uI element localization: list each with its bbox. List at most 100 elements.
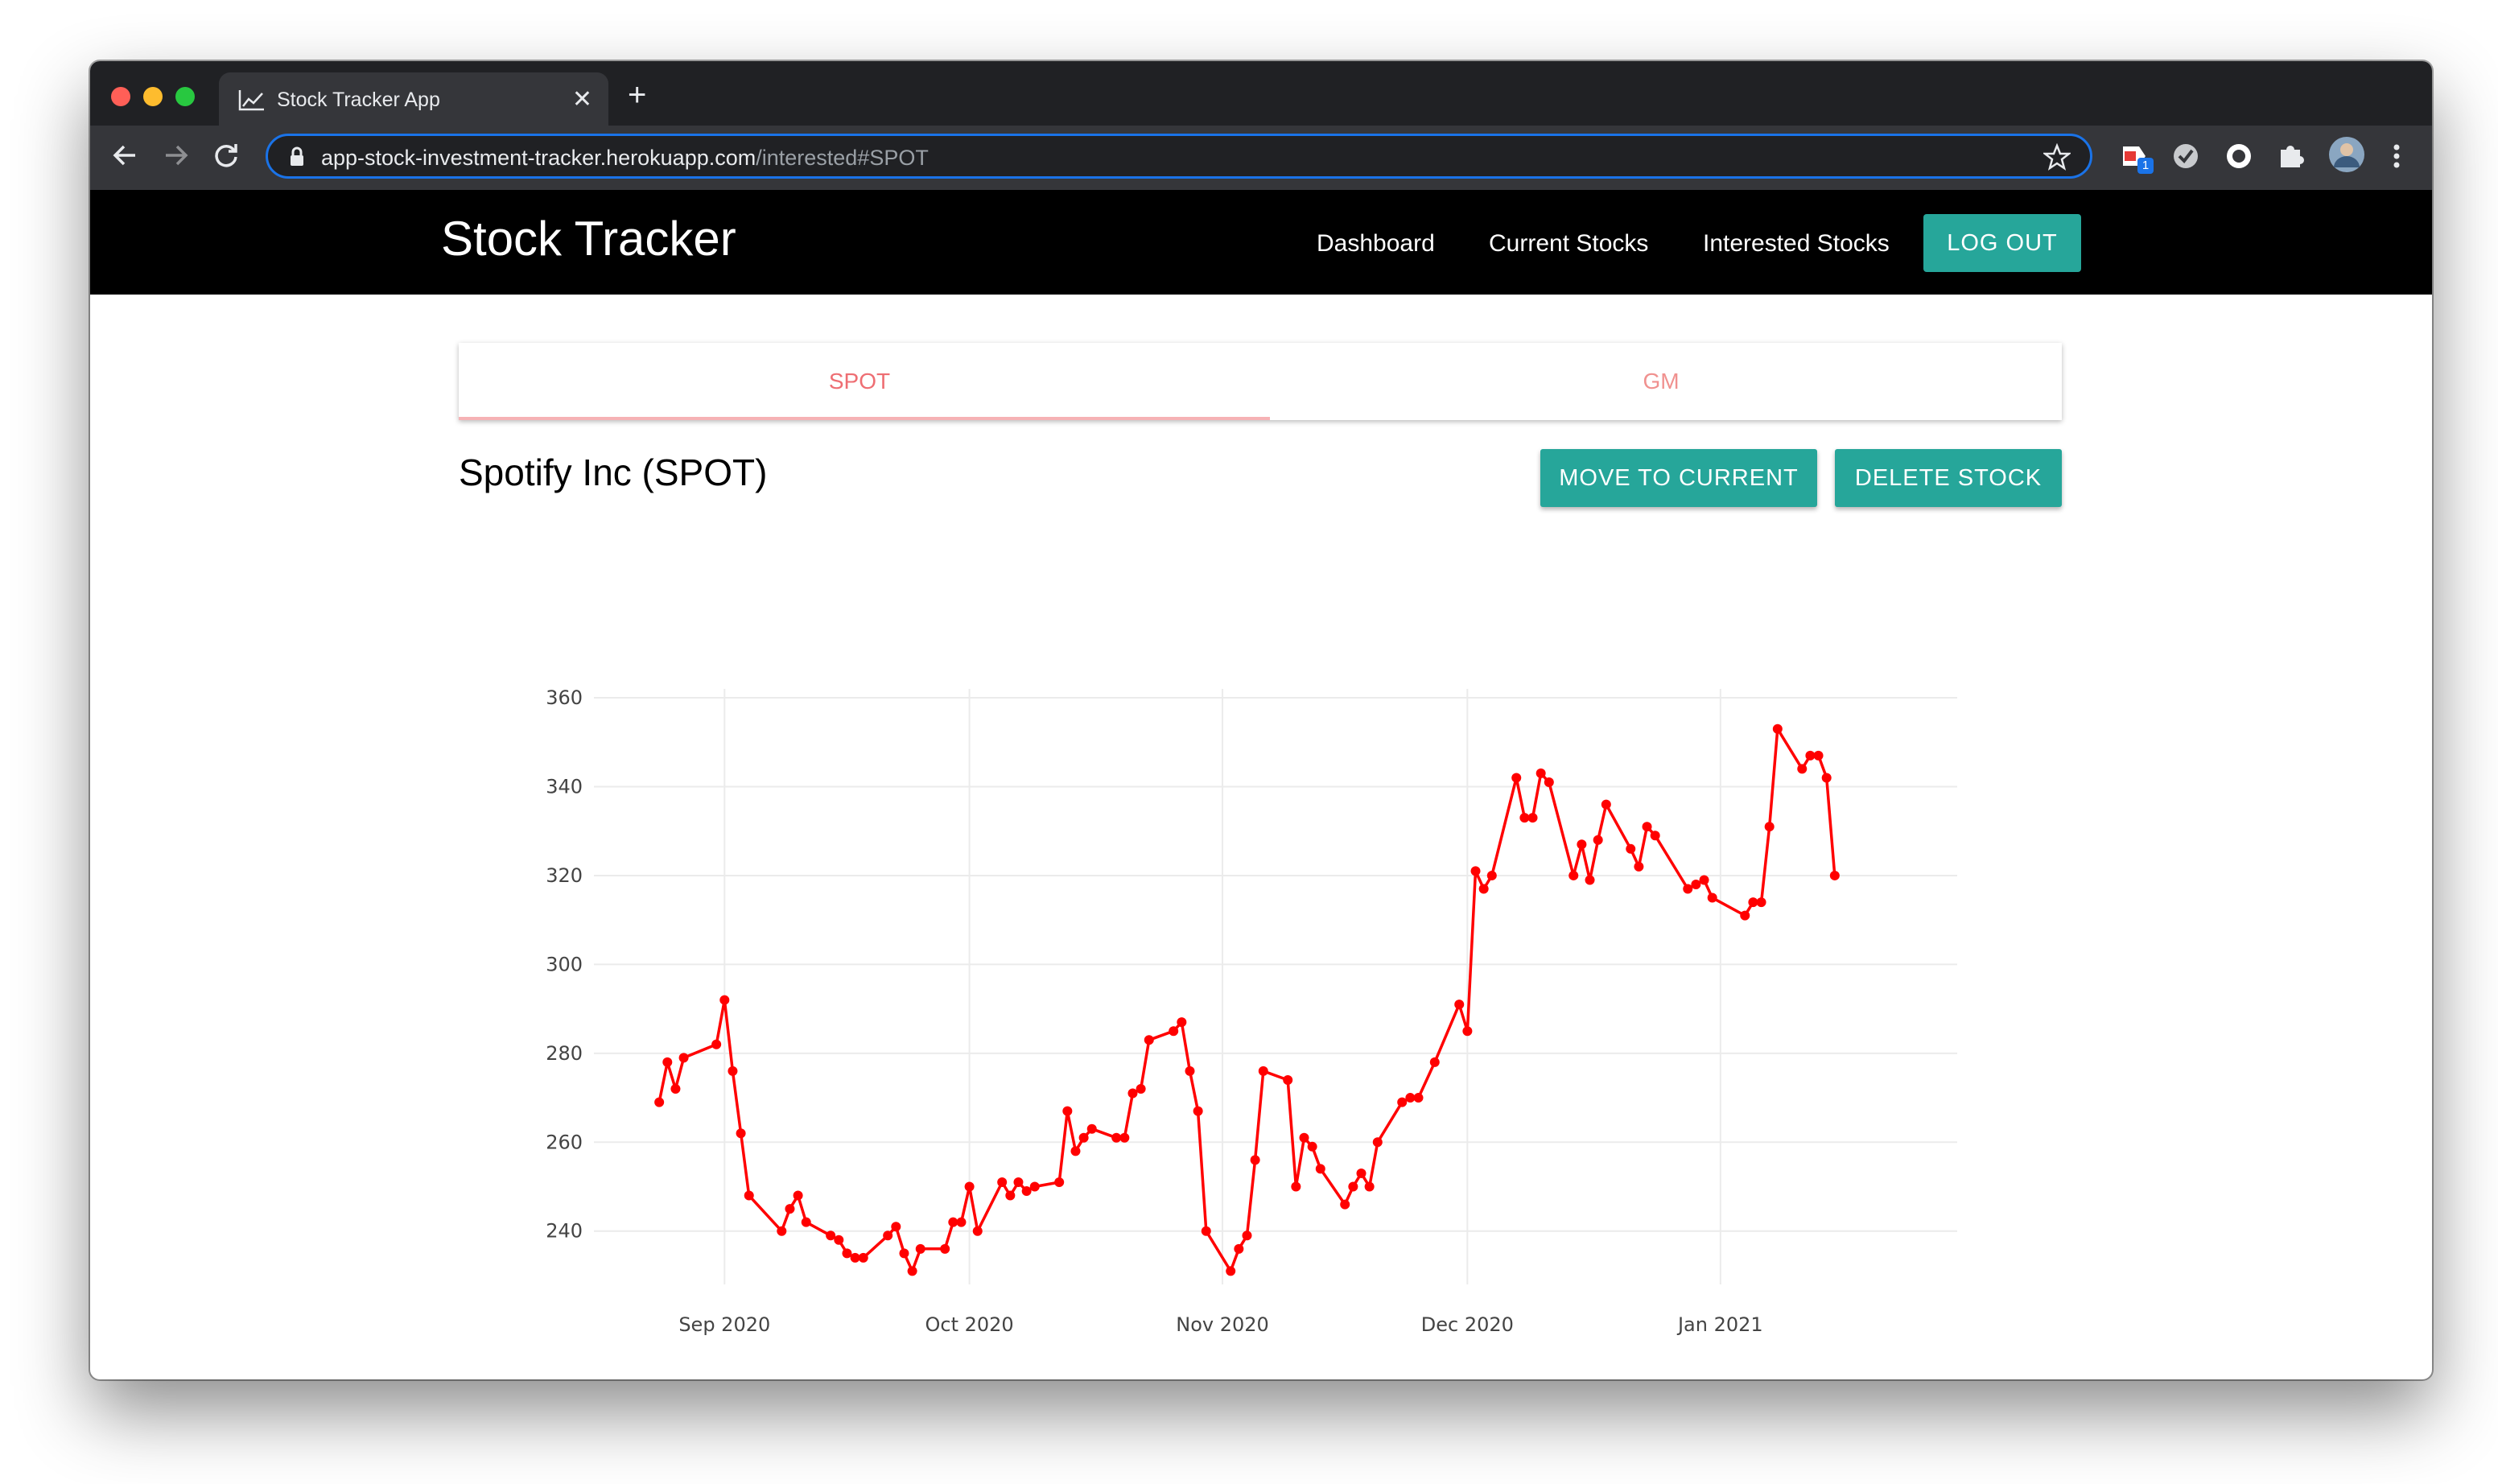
price-point	[1593, 835, 1603, 845]
price-point	[736, 1128, 746, 1139]
price-point	[826, 1230, 836, 1241]
price-point	[1626, 843, 1636, 854]
price-point	[1764, 822, 1775, 832]
price-point	[1691, 879, 1701, 889]
price-point	[662, 1057, 673, 1067]
price-point	[1462, 1026, 1473, 1037]
price-point	[1470, 866, 1481, 876]
price-point	[1585, 875, 1595, 885]
price-point	[1356, 1168, 1366, 1178]
price-point	[1486, 870, 1497, 880]
price-point	[793, 1190, 803, 1201]
y-tick-label: 320	[546, 864, 583, 887]
price-point	[891, 1222, 901, 1232]
price-point	[744, 1190, 754, 1201]
x-tick-label: Jan 2021	[1676, 1313, 1763, 1336]
price-point	[1013, 1177, 1024, 1187]
price-point	[711, 1039, 722, 1049]
price-point	[1364, 1181, 1375, 1192]
price-point	[1029, 1181, 1040, 1192]
price-point	[842, 1248, 852, 1259]
price-point	[1454, 1000, 1465, 1010]
price-point	[1642, 822, 1652, 832]
price-point	[1193, 1106, 1203, 1116]
price-point	[1242, 1230, 1252, 1241]
price-point	[1683, 884, 1693, 894]
price-point	[1535, 768, 1546, 778]
y-tick-label: 280	[546, 1042, 583, 1065]
price-chart: 240 260 280 300 320 340 360 Sep 2020 Oct 2020 Nov…	[546, 686, 1957, 1336]
price-point	[654, 1097, 665, 1107]
price-point	[1756, 897, 1766, 908]
price-point	[1821, 773, 1832, 783]
price-point	[1234, 1243, 1244, 1254]
price-point	[964, 1181, 975, 1192]
y-tick-label: 340	[546, 775, 583, 798]
price-point	[883, 1230, 893, 1241]
price-point	[777, 1226, 787, 1236]
price-point	[1372, 1137, 1383, 1148]
price-point	[1699, 875, 1709, 885]
price-point	[1136, 1084, 1146, 1094]
x-tick-label: Dec 2020	[1421, 1313, 1514, 1336]
price-point	[1568, 870, 1579, 880]
price-point	[1829, 870, 1840, 880]
price-point	[1544, 777, 1554, 787]
price-point	[1054, 1177, 1065, 1187]
price-point	[907, 1266, 917, 1276]
price-point	[915, 1243, 925, 1254]
price-point	[1772, 723, 1783, 734]
price-point	[1078, 1132, 1089, 1143]
price-point	[1634, 861, 1644, 872]
price-point	[1127, 1088, 1138, 1099]
price-point	[670, 1084, 681, 1094]
price-point	[1601, 799, 1611, 810]
price-point	[1185, 1066, 1195, 1076]
price-point	[1299, 1132, 1309, 1143]
price-point	[1250, 1155, 1260, 1165]
price-point	[1021, 1186, 1032, 1197]
price-point	[801, 1217, 811, 1227]
y-tick-label: 300	[546, 953, 583, 975]
price-point	[1429, 1057, 1440, 1067]
price-point	[1283, 1074, 1293, 1085]
price-point	[1307, 1141, 1317, 1152]
price-point	[1119, 1132, 1130, 1143]
price-point	[1144, 1035, 1154, 1045]
price-point	[956, 1217, 967, 1227]
price-point	[1070, 1146, 1081, 1156]
price-point	[1315, 1164, 1325, 1174]
price-point	[972, 1226, 983, 1236]
price-point	[1527, 813, 1538, 823]
price-point	[1062, 1106, 1073, 1116]
price-point	[1413, 1093, 1424, 1103]
price-point	[1397, 1097, 1408, 1107]
y-tick-label: 240	[546, 1220, 583, 1243]
price-point	[1813, 750, 1824, 761]
price-point	[1086, 1123, 1097, 1134]
price-point	[1169, 1026, 1179, 1037]
price-point	[1177, 1017, 1187, 1028]
price-point	[1577, 839, 1587, 850]
price-point	[1291, 1181, 1301, 1192]
x-tick-label: Nov 2020	[1176, 1313, 1269, 1336]
price-point	[997, 1177, 1008, 1187]
price-point	[728, 1066, 738, 1076]
price-point	[1650, 831, 1660, 841]
price-point	[858, 1252, 868, 1263]
price-point	[1226, 1266, 1236, 1276]
price-point	[1797, 764, 1808, 774]
browser-window: Stock Tracker App ✕ + app-stock-investme…	[90, 61, 2432, 1379]
price-point	[1707, 892, 1717, 903]
y-tick-label: 360	[546, 686, 583, 709]
price-point	[1511, 773, 1522, 783]
price-line	[657, 727, 1836, 1273]
y-tick-label: 260	[546, 1131, 583, 1153]
price-point	[1740, 910, 1750, 921]
price-point	[940, 1243, 950, 1254]
x-tick-label: Oct 2020	[925, 1313, 1014, 1336]
price-point	[1340, 1199, 1350, 1210]
price-point	[899, 1248, 909, 1259]
price-point	[1258, 1066, 1268, 1076]
price-point	[1348, 1181, 1358, 1192]
